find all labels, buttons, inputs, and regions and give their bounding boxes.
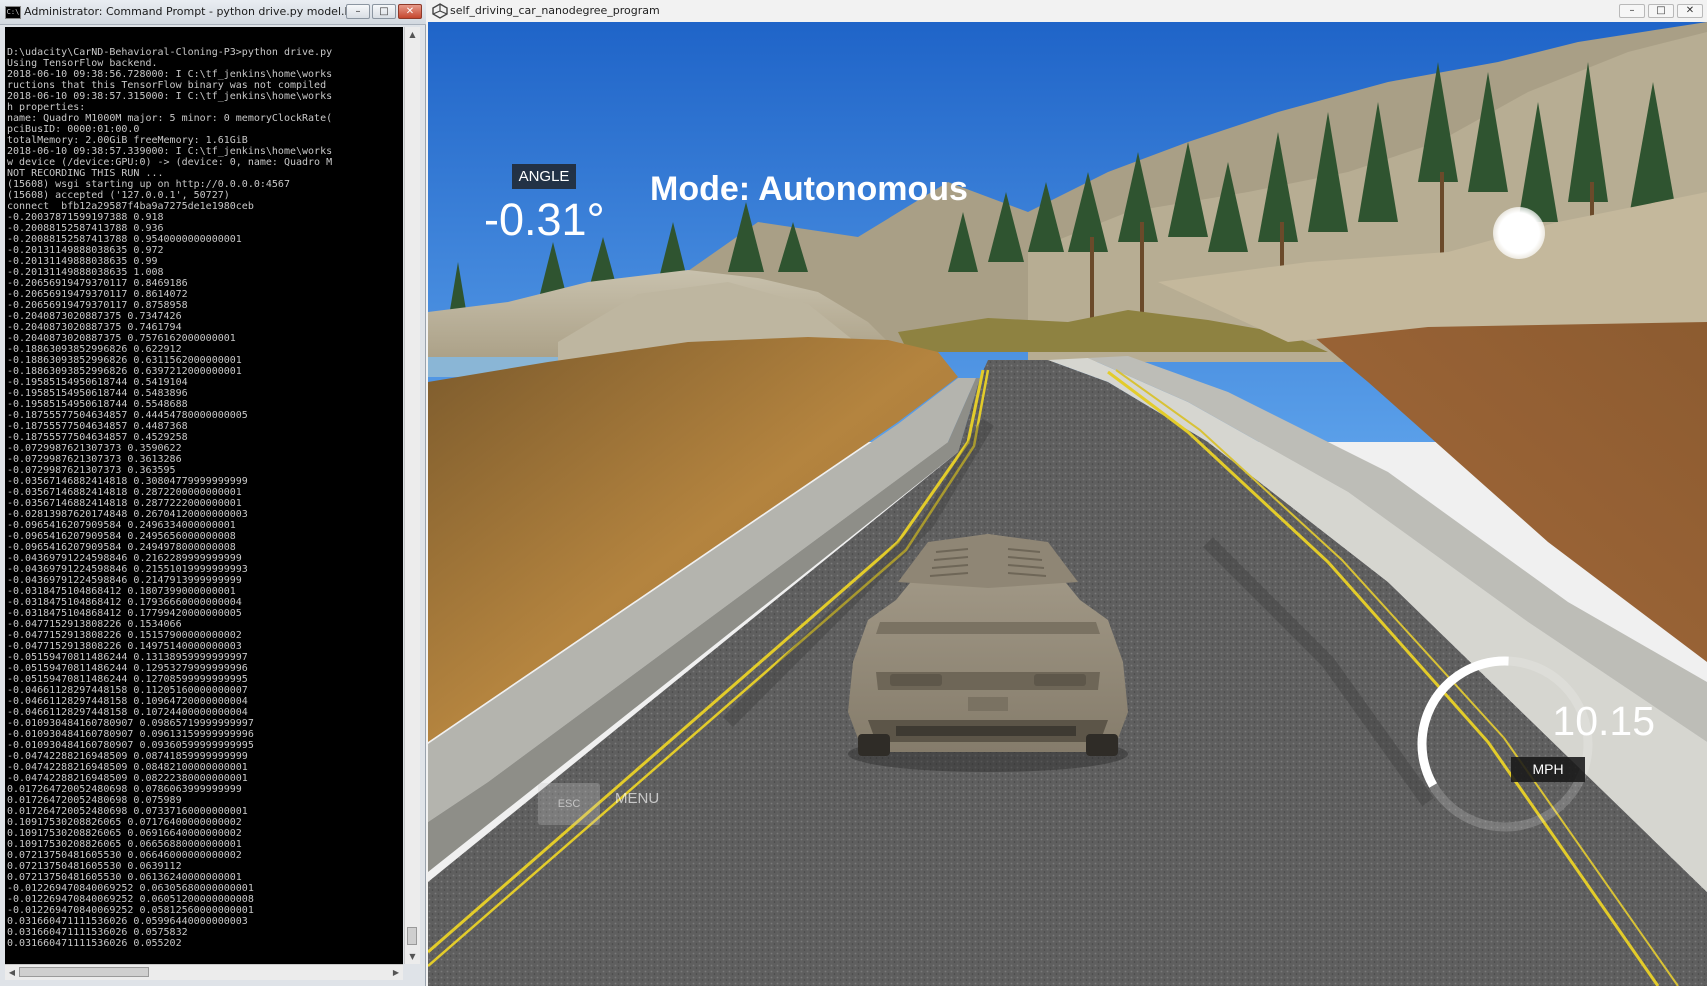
console-titlebar[interactable]: C:\ Administrator: Command Prompt - pyth… xyxy=(0,0,426,25)
console-horizontal-scrollbar[interactable]: ◀ ▶ xyxy=(5,964,403,980)
console-close-button[interactable]: ✕ xyxy=(398,4,422,19)
sun-glare xyxy=(1493,207,1545,259)
console-minimize-button[interactable]: – xyxy=(346,4,370,19)
console-vertical-scrollbar[interactable]: ▲ ▼ xyxy=(404,27,420,964)
sim-maximize-button[interactable]: □ xyxy=(1648,4,1674,18)
scroll-down-arrow-icon[interactable]: ▼ xyxy=(405,949,420,964)
console-steering-log: -0.20037871599197388 0.918 -0.2008815258… xyxy=(7,212,254,949)
speed-value: 10.15 xyxy=(1552,698,1655,744)
simulator-titlebar[interactable]: self_driving_car_nanodegree_program – □ … xyxy=(428,0,1707,22)
console-app-icon: C:\ xyxy=(5,6,21,19)
command-prompt-window[interactable]: C:\ Administrator: Command Prompt - pyth… xyxy=(0,0,426,986)
drive-mode-text: Mode: Autonomous xyxy=(650,170,968,208)
console-window-title: Administrator: Command Prompt - python d… xyxy=(24,5,359,18)
horizontal-scroll-thumb[interactable] xyxy=(19,967,149,977)
console-maximize-button[interactable]: □ xyxy=(372,4,396,19)
vertical-scroll-thumb[interactable] xyxy=(407,927,417,945)
steering-angle-value: -0.31° xyxy=(484,194,605,245)
driving-scene: ANGLE -0.31° Mode: Autonomous 10.15 MPH … xyxy=(428,22,1707,986)
menu-label[interactable]: MENU xyxy=(615,790,659,807)
console-output-area[interactable]: D:\udacity\CarND-Behavioral-Cloning-P3>p… xyxy=(5,27,403,964)
console-header-log: D:\udacity\CarND-Behavioral-Cloning-P3>p… xyxy=(7,47,333,212)
sim-close-button[interactable]: ✕ xyxy=(1677,4,1703,18)
simulator-window-title: self_driving_car_nanodegree_program xyxy=(450,4,660,17)
scroll-up-arrow-icon[interactable]: ▲ xyxy=(405,27,420,42)
esc-button[interactable]: ESC xyxy=(538,783,600,825)
simulator-window[interactable]: self_driving_car_nanodegree_program – □ … xyxy=(428,0,1707,986)
unity-logo-icon xyxy=(432,3,448,19)
speed-unit-label: MPH xyxy=(1511,757,1585,782)
scroll-left-arrow-icon[interactable]: ◀ xyxy=(5,965,19,980)
sim-minimize-button[interactable]: – xyxy=(1619,4,1645,18)
scroll-right-arrow-icon[interactable]: ▶ xyxy=(389,965,403,980)
angle-label: ANGLE xyxy=(512,164,576,189)
